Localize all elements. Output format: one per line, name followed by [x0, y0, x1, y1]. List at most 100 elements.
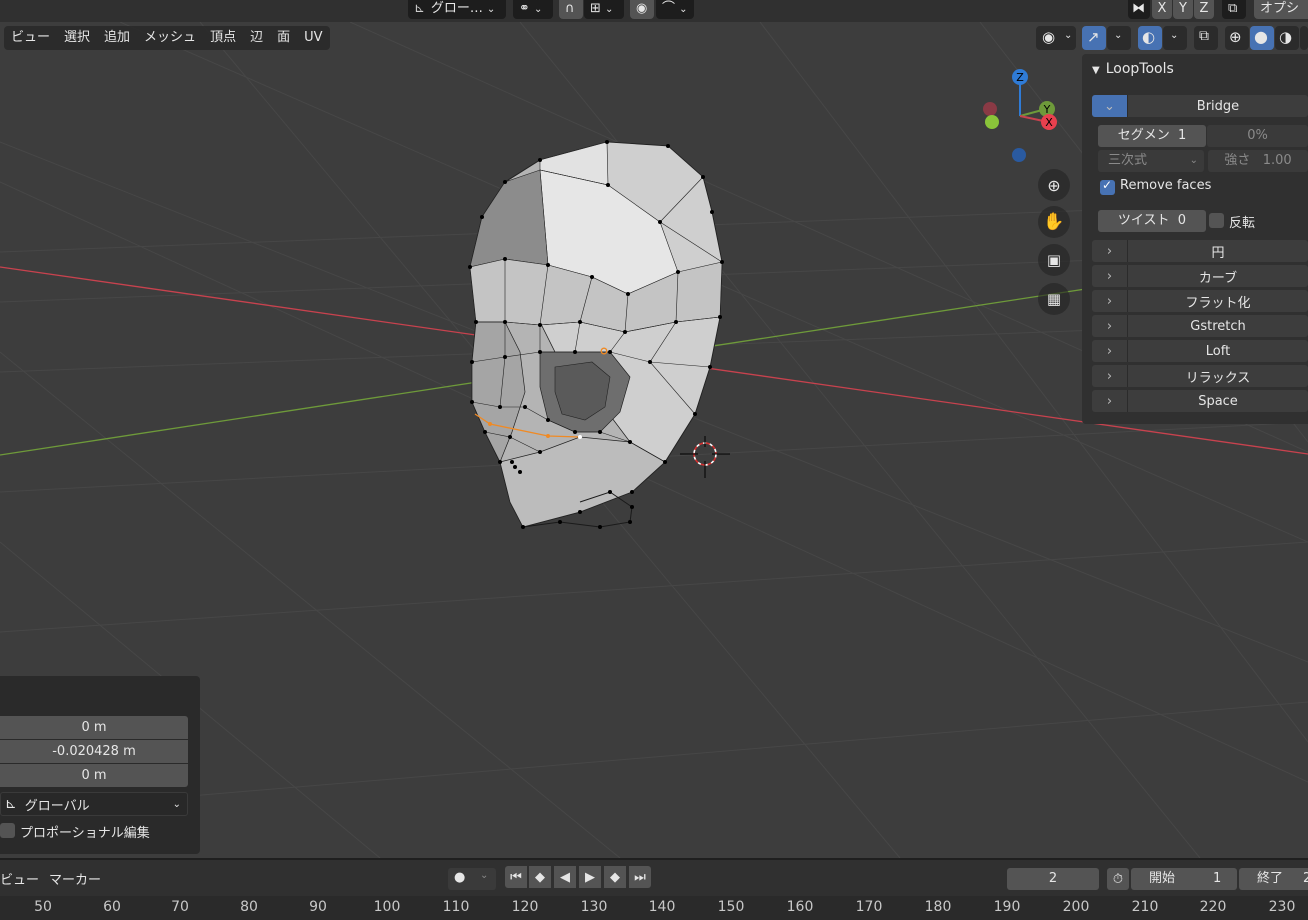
chevron-down-icon: ⌄ — [534, 4, 543, 15]
gizmo-dropdown[interactable]: ⌄ — [1107, 26, 1131, 50]
bridge-section[interactable]: ⌄ Bridge — [1092, 95, 1308, 117]
ruler-tick: 200 — [1062, 899, 1090, 915]
menu-edge[interactable]: 辺 — [243, 26, 270, 50]
snap-increment-icon: ⊞ — [590, 1, 601, 16]
timeline-header: ビュー マーカー ● ⌄ 2 ⏱ 開始 1 終了 2 — [0, 858, 1308, 896]
menu-face[interactable]: 面 — [270, 26, 297, 50]
timeline-ruler[interactable]: 50 60 70 80 90 100 110 120 130 140 150 1… — [0, 896, 1308, 920]
chevron-right-icon: › — [1092, 390, 1128, 412]
ruler-tick: 150 — [717, 899, 745, 915]
reverse-checkbox[interactable] — [1209, 213, 1224, 228]
chevron-down-icon: ⌄ — [679, 4, 688, 15]
mirror-z-toggle[interactable]: Z — [1194, 0, 1214, 19]
menu-select[interactable]: 選択 — [57, 26, 97, 50]
transform-orientation-dropdown[interactable]: ⊾ グロー… ⌄ — [408, 0, 506, 19]
jump-end-icon[interactable]: ⏭ — [629, 866, 651, 888]
min-width-field[interactable]: 0% — [1207, 125, 1308, 147]
start-frame-field[interactable]: 開始 1 — [1131, 868, 1237, 890]
timeline-view-menu[interactable]: ビュー — [0, 869, 39, 888]
tool-relax[interactable]: › リラックス — [1092, 365, 1308, 387]
strength-field[interactable]: 強さ 1.00 — [1208, 150, 1308, 172]
play-icon[interactable]: ▶ — [579, 866, 601, 888]
overlays-dropdown[interactable]: ⌄ — [1163, 26, 1187, 50]
segments-field[interactable]: セグメン 1 — [1098, 125, 1206, 147]
checkmark-icon: ✓ — [1102, 178, 1113, 192]
move-y-field[interactable]: -0.020428 m — [0, 740, 188, 763]
prev-keyframe-icon[interactable]: ◆ — [529, 866, 551, 888]
perspective-grid-icon[interactable]: ▦ — [1038, 283, 1070, 315]
gizmo-neg-y[interactable] — [985, 115, 999, 129]
overlays-toggle[interactable]: ◐ — [1138, 26, 1162, 50]
end-label: 終了 — [1257, 871, 1284, 886]
pan-hand-icon[interactable]: ✋ — [1038, 206, 1070, 238]
jump-start-icon[interactable]: ⏮ — [505, 866, 527, 888]
timeline-marker-menu[interactable]: マーカー — [49, 869, 101, 888]
gizmo-neg-z[interactable] — [1012, 148, 1026, 162]
navigation-gizmo[interactable]: Z Y X — [983, 69, 1057, 162]
menu-mesh[interactable]: メッシュ — [137, 26, 203, 50]
preview-range-icon[interactable]: ⏱ — [1107, 868, 1129, 890]
xray-icon: ⧉ — [1199, 28, 1209, 44]
pivot-point-dropdown[interactable]: ⚭ ⌄ — [513, 0, 553, 19]
tool-curve[interactable]: › カーブ — [1092, 265, 1308, 287]
ruler-tick: 120 — [511, 899, 539, 915]
shading-solid[interactable]: ● — [1250, 26, 1274, 50]
proportional-edit-toggle[interactable]: ◉ — [630, 0, 654, 19]
keying-dropdown[interactable]: ● ⌄ — [448, 868, 496, 890]
xray-toggle[interactable]: ⧉ — [1194, 26, 1218, 50]
tool-loft[interactable]: › Loft — [1092, 340, 1308, 362]
move-x-field[interactable]: 0 m — [0, 716, 188, 739]
orientation-label: グロー… — [430, 1, 483, 16]
shading-rendered[interactable] — [1300, 26, 1308, 50]
options-dropdown[interactable]: オプシ — [1254, 0, 1308, 19]
zoom-icon[interactable]: ⊕ — [1038, 169, 1070, 201]
menu-vertex[interactable]: 頂点 — [203, 26, 243, 50]
menu-add[interactable]: 追加 — [97, 26, 137, 50]
visibility-dropdown[interactable]: ◉ ⌄ — [1036, 26, 1076, 50]
shading-wireframe[interactable]: ⊕ — [1225, 26, 1249, 50]
remove-faces-checkbox[interactable]: ✓ — [1100, 178, 1115, 195]
menu-uv[interactable]: UV — [297, 26, 329, 50]
mirror-icon[interactable]: ⧓ — [1128, 0, 1150, 19]
mirror-x-toggle[interactable]: X — [1152, 0, 1172, 19]
mirror-y-toggle[interactable]: Y — [1173, 0, 1193, 19]
chevron-right-icon: › — [1092, 240, 1128, 262]
next-keyframe-icon[interactable]: ◆ — [604, 866, 626, 888]
camera-icon[interactable]: ▣ — [1038, 244, 1070, 276]
gizmo-toggle[interactable]: ↗ — [1082, 26, 1106, 50]
gizmo-neg-x[interactable] — [983, 102, 997, 116]
falloff-dropdown[interactable]: ⌒ ⌄ — [656, 0, 694, 19]
move-z-field[interactable]: 0 m — [0, 764, 188, 787]
head-mesh[interactable] — [468, 140, 724, 529]
interpolation-dropdown[interactable]: 三次式 ⌄ — [1098, 150, 1204, 172]
editor-header: ⊾ グロー… ⌄ ⚭ ⌄ ∩ ⊞ ⌄ ◉ ⌒ ⌄ ⧓ X Y Z ⧉ オプシ — [0, 0, 1308, 22]
material-sphere-icon: ◑ — [1279, 28, 1293, 46]
tool-space-label: Space — [1198, 393, 1238, 409]
pivot-icon: ⚭ — [519, 1, 530, 16]
end-frame-field[interactable]: 終了 2 — [1239, 868, 1308, 890]
3d-cursor-icon[interactable] — [680, 436, 730, 478]
play-reverse-icon[interactable]: ◀ — [554, 866, 576, 888]
start-label: 開始 — [1149, 871, 1176, 886]
twist-field[interactable]: ツイスト 0 — [1098, 210, 1206, 232]
snap-toggle[interactable]: ∩ — [559, 0, 583, 19]
orientation-dropdown[interactable]: ⊾ グローバル ⌄ — [0, 792, 188, 816]
tool-circle[interactable]: › 円 — [1092, 240, 1308, 262]
tool-gstretch[interactable]: › Gstretch — [1092, 315, 1308, 337]
proportional-edit-checkbox[interactable] — [0, 823, 15, 838]
current-frame-field[interactable]: 2 — [1007, 868, 1099, 890]
strength-label: 強さ — [1224, 153, 1251, 168]
chevron-right-icon: › — [1092, 340, 1128, 362]
tool-flatten[interactable]: › フラット化 — [1092, 290, 1308, 312]
looptools-header[interactable]: ▼ LoopTools — [1092, 61, 1174, 77]
chevron-down-icon: ⌄ — [1170, 30, 1179, 41]
auto-merge-icon[interactable]: ⧉ — [1222, 0, 1246, 19]
snap-target-dropdown[interactable]: ⊞ ⌄ — [584, 0, 624, 19]
menu-view[interactable]: ビュー — [4, 26, 57, 50]
falloff-curve-icon: ⌒ — [662, 1, 676, 16]
tool-space[interactable]: › Space — [1092, 390, 1308, 412]
shading-material[interactable]: ◑ — [1275, 26, 1299, 50]
chevron-down-icon: ⌄ — [486, 4, 496, 15]
ruler-tick: 70 — [171, 899, 189, 915]
collapse-triangle-icon: ▼ — [1092, 65, 1100, 76]
